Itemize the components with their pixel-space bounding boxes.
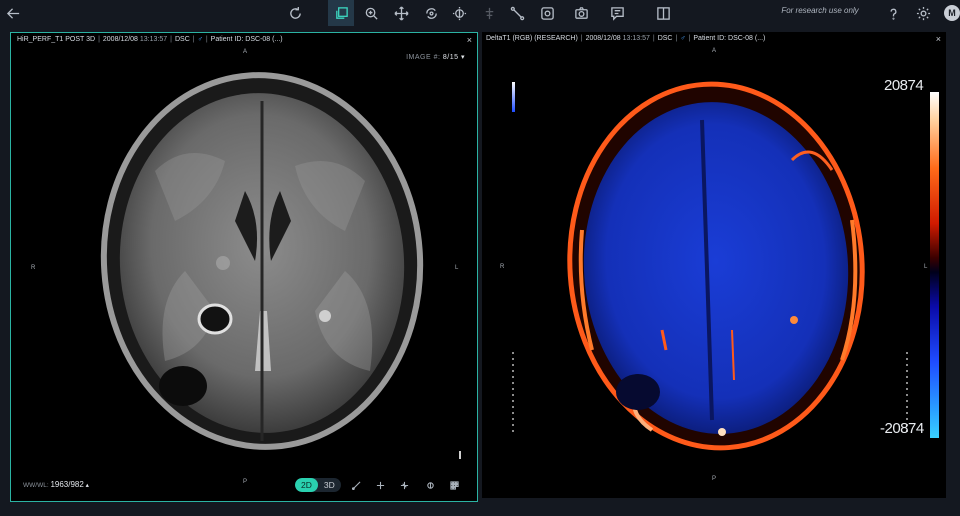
image-number-value: 8/15: [442, 54, 459, 61]
patient-more[interactable]: (...): [272, 36, 283, 43]
orientation-posterior: P: [243, 479, 248, 485]
orientation-anterior: A: [712, 48, 717, 54]
vp-contrast-icon[interactable]: [423, 478, 437, 492]
image-dropdown-icon[interactable]: ▾: [461, 54, 465, 61]
window-level[interactable]: WW/WL: 1963/982 ▴: [23, 480, 89, 489]
study-date: 2008/12/08: [585, 35, 621, 42]
stack-scroll-icon[interactable]: [328, 0, 354, 26]
series-name: HiR_PERF_T1 POST 3D: [17, 36, 96, 43]
colorbar: [930, 92, 939, 438]
settings-gear-icon[interactable]: [910, 0, 936, 26]
back-arrow-icon[interactable]: [0, 0, 26, 26]
image-number-label: IMAGE #:: [406, 54, 441, 61]
fusion-icon[interactable]: [534, 0, 560, 26]
image-number[interactable]: IMAGE #: 8/15 ▾: [406, 53, 465, 61]
colorbar-min-label: -20874: [880, 420, 924, 437]
colorbar-max-label: 20874: [884, 77, 924, 94]
orientation-right: R: [31, 265, 36, 271]
right-viewport-header: DeltaT1 (RGB) (RESEARCH) | 2008/12/08 13:1…: [486, 35, 766, 42]
vp-pan-icon[interactable]: [373, 478, 387, 492]
close-right-viewport-icon[interactable]: ×: [936, 34, 941, 44]
wwwl-label: WW/WL:: [23, 482, 49, 489]
series-name: DeltaT1 (RGB) (RESEARCH): [486, 35, 578, 42]
mode-3d-button[interactable]: 3D: [318, 478, 341, 492]
user-avatar[interactable]: M: [944, 5, 960, 21]
study-date: 2008/12/08: [102, 36, 138, 43]
left-viewport-header: HiR_PERF_T1 POST 3D | 2008/12/08 13:13:57 |…: [17, 36, 283, 43]
help-icon[interactable]: [880, 0, 906, 26]
contrast-icon[interactable]: [446, 0, 472, 26]
main-toolbar: For research use only M: [0, 0, 960, 26]
vp-zoom-icon[interactable]: [397, 478, 411, 492]
orientation-anterior: A: [243, 49, 248, 55]
wwwl-value: 1963/982: [50, 480, 84, 489]
left-viewport[interactable]: HiR_PERF_T1 POST 3D | 2008/12/08 13:13:57 |…: [10, 32, 478, 502]
modality: DSC: [174, 36, 190, 43]
gender-male-icon: ♂: [680, 35, 686, 42]
research-use-note: For research use only: [781, 6, 859, 15]
right-viewport[interactable]: DeltaT1 (RGB) (RESEARCH) | 2008/12/08 13:1…: [482, 32, 946, 498]
slice-marker-left: [512, 352, 514, 432]
vp-grid-icon[interactable]: [447, 478, 461, 492]
slice-marker-top: [512, 82, 515, 112]
modality: DSC: [657, 35, 673, 42]
mode-2d-button[interactable]: 2D: [295, 478, 318, 492]
wwwl-dropdown-icon[interactable]: ▴: [86, 482, 89, 489]
study-time: 13:13:57: [139, 36, 168, 43]
gender-male-icon: ♂: [197, 36, 203, 43]
pan-icon[interactable]: [388, 0, 414, 26]
study-time: 13:13:57: [622, 35, 650, 42]
patient-id: Patient ID: DSC-08: [210, 36, 271, 43]
annotation-icon[interactable]: [604, 0, 630, 26]
crosshair-disabled-icon[interactable]: [476, 0, 502, 26]
camera-icon[interactable]: [568, 0, 594, 26]
slice-indicator: [459, 451, 461, 459]
orientation-left: L: [924, 264, 928, 270]
orientation-posterior: P: [712, 476, 717, 482]
orientation-left: L: [455, 265, 459, 271]
delta-t1-colormap-image: [567, 81, 865, 451]
dimension-toggle: 2D 3D: [295, 478, 341, 492]
reset-icon[interactable]: [282, 0, 308, 26]
patient-id: Patient ID: DSC-08: [693, 35, 753, 42]
zoom-icon[interactable]: [358, 0, 384, 26]
layout-icon[interactable]: [650, 0, 676, 26]
rotate-icon[interactable]: [418, 0, 444, 26]
measure-icon[interactable]: [504, 0, 530, 26]
patient-more[interactable]: (...): [755, 35, 766, 42]
mri-image-t1: [100, 72, 424, 450]
vp-measure-icon[interactable]: [349, 478, 363, 492]
close-left-viewport-icon[interactable]: ×: [467, 35, 472, 45]
orientation-right: R: [500, 264, 505, 270]
